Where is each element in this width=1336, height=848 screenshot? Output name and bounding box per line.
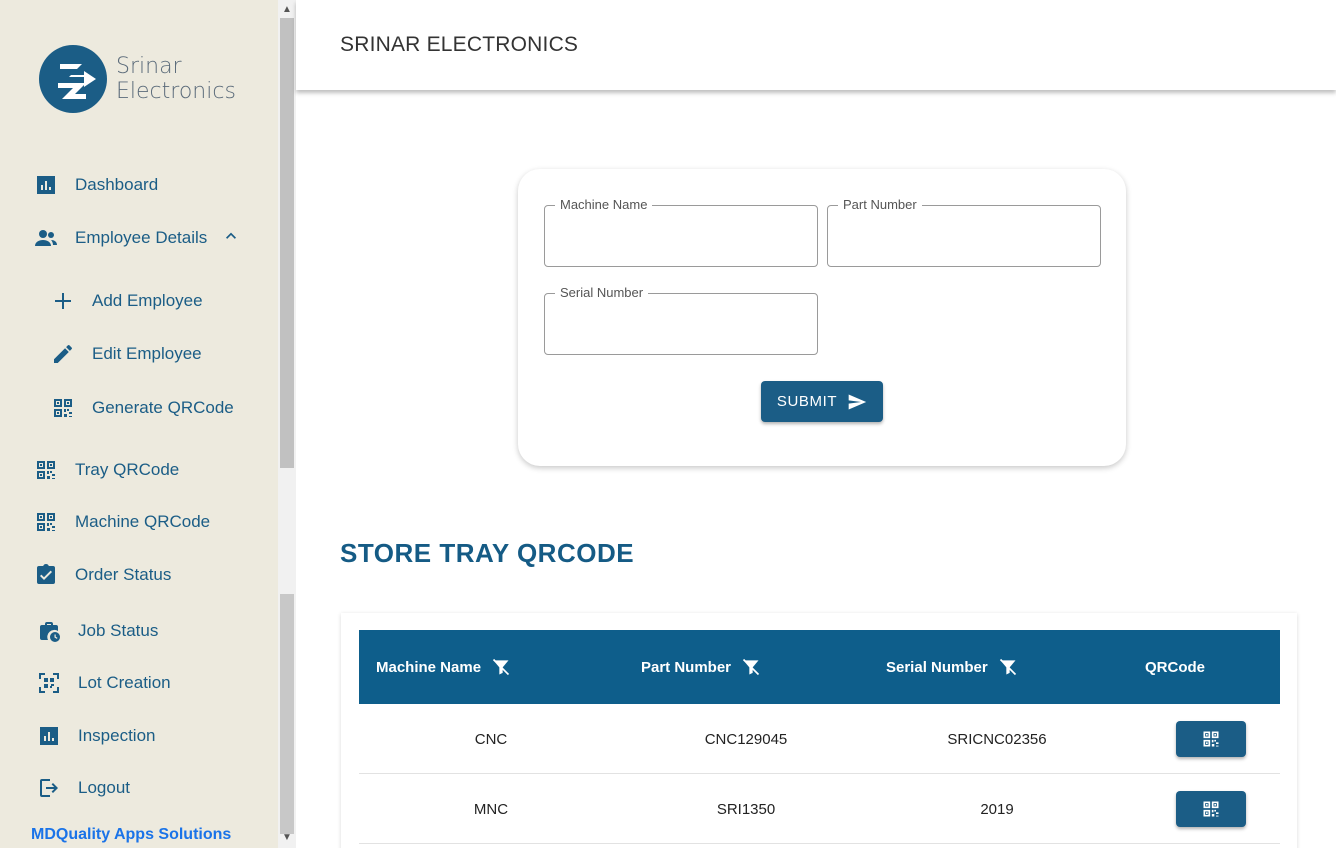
app-header: SRINAR ELECTRONICS bbox=[296, 0, 1336, 90]
qrcode-icon bbox=[37, 461, 55, 479]
brand-logo: Srinar Electronics bbox=[38, 42, 238, 114]
bar-chart-icon bbox=[40, 727, 58, 745]
cell-qrcode bbox=[1156, 774, 1266, 844]
qrcode-icon bbox=[37, 513, 55, 531]
serial-number-label: Serial Number bbox=[555, 285, 649, 300]
sidebar-item-label: Dashboard bbox=[75, 175, 159, 194]
sidebar-item-tray-qrcode[interactable]: Tray QRCode bbox=[33, 452, 179, 488]
filter-off-icon[interactable] bbox=[491, 657, 511, 677]
sidebar-item-order-status[interactable]: Order Status bbox=[33, 557, 171, 593]
sidebar-item-label: Edit Employee bbox=[92, 344, 202, 363]
qrcode-form-card: Machine Name Part Number Serial Number S… bbox=[518, 169, 1126, 466]
column-header-qrcode: QRCode bbox=[1145, 658, 1205, 676]
sidebar-item-label: Order Status bbox=[75, 565, 172, 584]
view-qrcode-button[interactable] bbox=[1176, 791, 1246, 827]
qr-scan-icon bbox=[39, 673, 59, 693]
qrcode-icon bbox=[54, 399, 72, 417]
brand-line2: Electronics bbox=[116, 79, 236, 104]
sidebar-item-label: Job Status bbox=[78, 621, 159, 640]
scroll-up-icon[interactable]: ▲ bbox=[278, 2, 296, 18]
section-title: STORE TRAY QRCODE bbox=[340, 538, 635, 568]
table-header: Machine Name Part Number Serial Number Q… bbox=[359, 630, 1280, 704]
sidebar: Srinar Electronics Dashboard Employee De… bbox=[0, 0, 278, 848]
serial-number-field[interactable]: Serial Number bbox=[544, 285, 818, 355]
send-icon bbox=[848, 394, 867, 409]
people-icon bbox=[35, 230, 57, 246]
column-header-serial-number[interactable]: Serial Number bbox=[886, 630, 1018, 704]
column-header-machine-name[interactable]: Machine Name bbox=[376, 630, 511, 704]
cell-serial-number: SRICNC02356 bbox=[947, 730, 1047, 748]
sidebar-item-lot-creation[interactable]: Lot Creation bbox=[36, 665, 171, 701]
sidebar-item-employee-details[interactable]: Employee Details bbox=[33, 220, 241, 256]
sidebar-item-label: Inspection bbox=[78, 726, 156, 745]
sidebar-item-machine-qrcode[interactable]: Machine QRCode bbox=[33, 504, 210, 540]
table-row: CNC CNC129045 SRICNC02356 bbox=[359, 704, 1280, 774]
sidebar-item-label: Employee Details bbox=[75, 228, 208, 247]
clipboard-check-icon bbox=[37, 564, 55, 584]
chevron-up-icon[interactable] bbox=[221, 226, 241, 246]
sidebar-item-label: Generate QRCode bbox=[92, 398, 234, 417]
column-header-part-number[interactable]: Part Number bbox=[641, 630, 761, 704]
page-title: SRINAR ELECTRONICS bbox=[340, 33, 579, 56]
sidebar-item-inspection[interactable]: Inspection bbox=[36, 718, 156, 754]
cell-part-number: SRI1350 bbox=[716, 800, 776, 818]
brand-line1: Srinar bbox=[116, 54, 182, 79]
cell-machine-name: CNC bbox=[474, 730, 508, 748]
plus-icon bbox=[55, 293, 71, 309]
tray-qrcode-table: Machine Name Part Number Serial Number Q… bbox=[341, 613, 1297, 848]
part-number-field[interactable]: Part Number bbox=[827, 197, 1101, 267]
app-root: Srinar Electronics Dashboard Employee De… bbox=[0, 0, 1336, 848]
cell-part-number: CNC129045 bbox=[704, 730, 788, 748]
pencil-icon bbox=[54, 344, 72, 363]
view-qrcode-button[interactable] bbox=[1176, 721, 1246, 757]
sidebar-item-generate-qrcode[interactable]: Generate QRCode bbox=[50, 390, 234, 426]
table-row: MNC SRI1350 2019 bbox=[359, 774, 1280, 844]
sidebar-footer-link[interactable]: MDQuality Apps Solutions bbox=[31, 826, 231, 844]
submit-button[interactable]: SUBMIT bbox=[761, 381, 883, 422]
qrcode-icon bbox=[1203, 731, 1219, 747]
filter-off-icon[interactable] bbox=[741, 657, 761, 677]
serial-number-input[interactable] bbox=[545, 294, 817, 354]
machine-name-field[interactable]: Machine Name bbox=[544, 197, 818, 267]
logout-icon bbox=[40, 779, 58, 797]
briefcase-clock-icon bbox=[40, 622, 60, 642]
scrollbar-thumb[interactable] bbox=[280, 18, 294, 468]
sidebar-item-job-status[interactable]: Job Status bbox=[36, 613, 158, 649]
sidebar-item-label: Machine QRCode bbox=[75, 512, 211, 531]
machine-name-label: Machine Name bbox=[555, 197, 653, 212]
sidebar-item-label: Add Employee bbox=[92, 291, 203, 310]
cell-qrcode bbox=[1156, 704, 1266, 774]
sidebar-item-label: Lot Creation bbox=[78, 673, 171, 692]
sidebar-item-dashboard[interactable]: Dashboard bbox=[33, 167, 158, 203]
bar-chart-icon bbox=[37, 176, 55, 194]
srinar-logo-icon bbox=[39, 45, 107, 113]
sidebar-item-add-employee[interactable]: Add Employee bbox=[50, 283, 203, 319]
cell-serial-number: 2019 bbox=[980, 800, 1014, 818]
sidebar-item-label: Logout bbox=[78, 778, 130, 797]
sidebar-scrollbar[interactable]: ▲ ▼ bbox=[278, 0, 296, 848]
scroll-down-icon[interactable]: ▼ bbox=[278, 830, 296, 846]
machine-name-input[interactable] bbox=[545, 206, 817, 266]
sidebar-item-label: Tray QRCode bbox=[75, 460, 180, 479]
qrcode-icon bbox=[1203, 801, 1219, 817]
sidebar-item-edit-employee[interactable]: Edit Employee bbox=[50, 336, 202, 372]
part-number-input[interactable] bbox=[828, 206, 1100, 266]
scrollbar-track-segment[interactable] bbox=[280, 594, 294, 834]
submit-button-label: SUBMIT bbox=[776, 393, 838, 410]
sidebar-item-logout[interactable]: Logout bbox=[36, 770, 130, 806]
cell-machine-name: MNC bbox=[473, 800, 509, 818]
part-number-label: Part Number bbox=[838, 197, 922, 212]
filter-off-icon[interactable] bbox=[998, 657, 1018, 677]
